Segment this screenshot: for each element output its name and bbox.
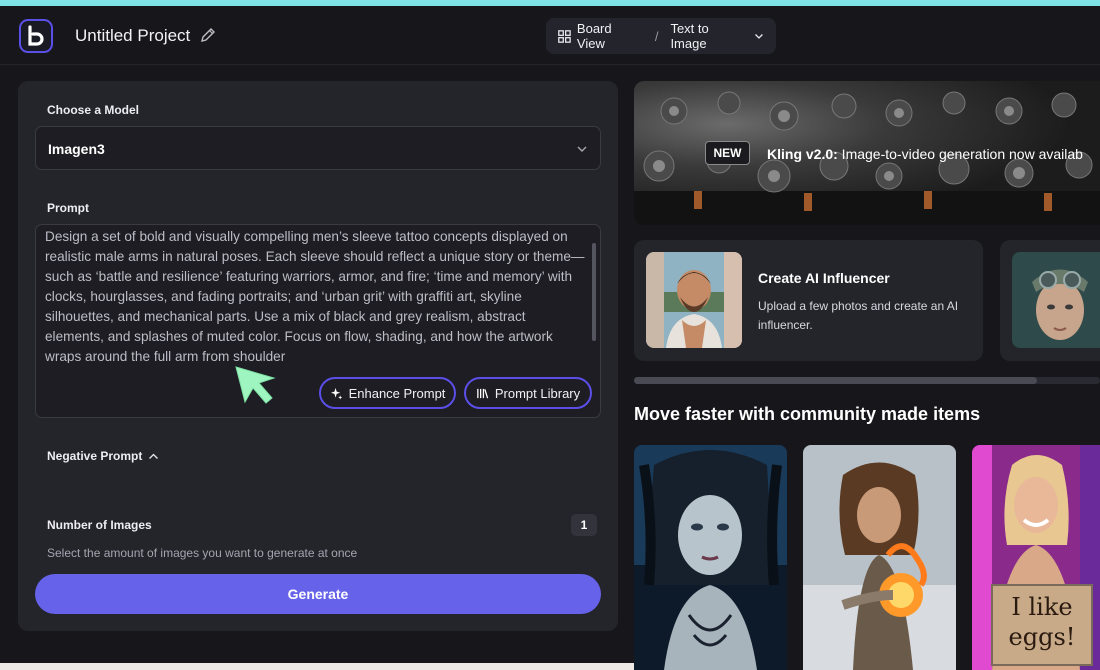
prompt-text[interactable]: Design a set of bold and visually compel… (45, 227, 585, 363)
influencer-preview-image (646, 252, 742, 348)
model-label: Choose a Model (47, 103, 140, 117)
prompt-library-button[interactable]: Prompt Library (464, 377, 592, 409)
prompt-label: Prompt (47, 201, 89, 215)
prompt-library-label: Prompt Library (494, 385, 581, 401)
feature-preview-image (1012, 252, 1100, 348)
banner-title: Kling v2.0: (767, 146, 838, 162)
community-image (634, 445, 787, 670)
project-title[interactable]: Untitled Project (75, 26, 190, 46)
mode-dropdown[interactable]: Text to Image (670, 21, 748, 51)
logo-icon[interactable] (19, 19, 53, 53)
community-item[interactable] (634, 445, 787, 670)
community-item[interactable] (803, 445, 956, 670)
generate-button[interactable]: Generate (35, 574, 601, 614)
banner-description: Image-to-video generation now availab (837, 146, 1083, 162)
grid-icon (558, 29, 571, 43)
sign-caption-line: eggs! (1009, 623, 1076, 651)
create-ai-influencer-card[interactable]: Create AI Influencer Upload a few photos… (634, 240, 983, 361)
banner-text[interactable]: Kling v2.0: Image-to-video generation no… (767, 146, 1083, 162)
generation-form-panel: Choose a Model Imagen3 Prompt Design a s… (18, 81, 618, 631)
new-badge: NEW (705, 141, 750, 165)
negative-prompt-toggle[interactable]: Negative Prompt (47, 449, 159, 463)
image-count-input[interactable]: 1 (571, 514, 597, 536)
enhance-prompt-button[interactable]: Enhance Prompt (319, 377, 456, 409)
model-value: Imagen3 (48, 141, 105, 157)
sparkle-icon (330, 387, 342, 399)
model-select[interactable]: Imagen3 (35, 126, 601, 170)
view-switcher: Board View / Text to Image (546, 18, 776, 54)
community-image: I likeeggs! (972, 445, 1100, 670)
card-description: Upload a few photos and create an AI inf… (758, 299, 959, 332)
chevron-up-icon (149, 453, 159, 459)
image-count-help: Select the amount of images you want to … (47, 546, 358, 560)
community-item[interactable]: I like eggs! (972, 445, 1100, 670)
cursor-arrow-icon (235, 366, 276, 404)
breadcrumb-separator: / (654, 28, 659, 44)
secondary-feature-card[interactable] (1000, 240, 1100, 361)
chevron-down-icon[interactable] (754, 31, 764, 41)
community-image (803, 445, 956, 670)
library-icon (477, 388, 489, 398)
negative-prompt-label: Negative Prompt (47, 449, 143, 463)
app-header: Untitled Project Board View / Text to Im… (0, 6, 1100, 65)
cards-scrollbar-thumb[interactable] (634, 377, 1037, 384)
chevron-down-icon (577, 146, 587, 152)
board-view-button[interactable]: Board View (577, 21, 643, 51)
number-of-images-label: Number of Images (47, 518, 152, 532)
bottom-edge-strip (0, 663, 634, 670)
sign-caption-line: I like (1011, 593, 1072, 621)
community-section-title: Move faster with community made items (634, 404, 981, 424)
prompt-scrollbar[interactable] (592, 243, 596, 341)
enhance-prompt-label: Enhance Prompt (348, 385, 446, 401)
pencil-icon[interactable] (200, 27, 216, 43)
card-title: Create AI Influencer (758, 270, 890, 286)
